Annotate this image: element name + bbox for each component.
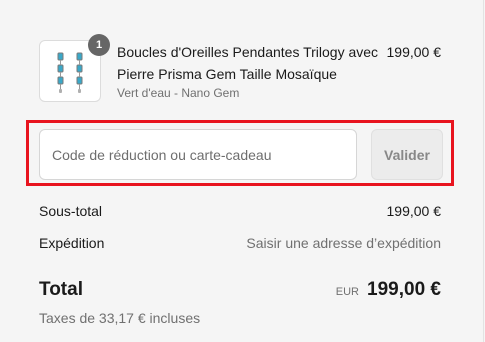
total-value: 199,00 €	[367, 279, 441, 300]
quantity-badge: 1	[88, 34, 110, 56]
shipping-label: Expédition	[39, 235, 105, 251]
order-summary-panel: 1 Boucles d'Oreilles Pendantes Trilogy a…	[0, 0, 484, 342]
currency-code: EUR	[335, 286, 359, 298]
discount-code-input[interactable]	[39, 129, 357, 180]
taxes-included-text: Taxes de 33,17 € incluses	[39, 310, 201, 326]
subtotal-value: 199,00 €	[386, 203, 442, 219]
subtotal-label: Sous-total	[39, 203, 103, 219]
product-name: Boucles d'Oreilles Pendantes Trilogy ave…	[117, 44, 379, 82]
shipping-value: Saisir une adresse d’expédition	[246, 235, 441, 251]
total-label: Total	[39, 279, 83, 300]
product-price: 199,00 €	[386, 44, 442, 60]
apply-discount-button[interactable]: Valider	[371, 129, 443, 180]
product-variant: Vert d'eau - Nano Gem	[117, 86, 240, 100]
